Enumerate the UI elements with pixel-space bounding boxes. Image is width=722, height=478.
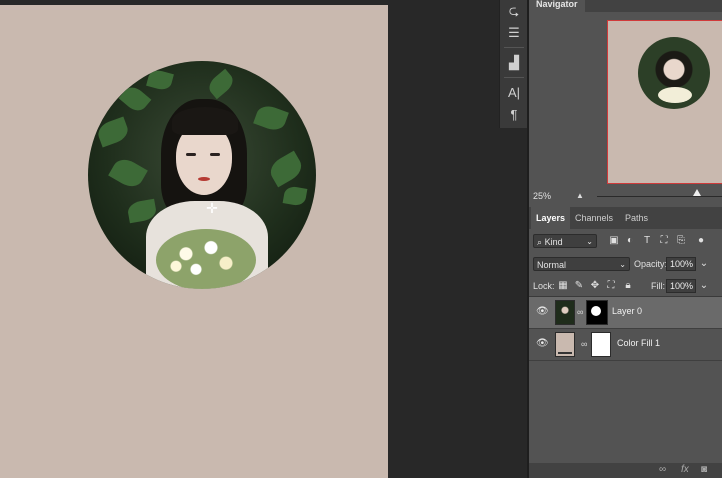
lock-all-icon[interactable]: 🔒︎: [621, 279, 635, 293]
visibility-eye-icon[interactable]: 👁︎: [536, 306, 549, 318]
add-mask-icon[interactable]: ◙: [701, 464, 707, 475]
blend-mode-value: Normal: [537, 260, 567, 270]
link-icon[interactable]: ∞: [577, 306, 585, 318]
circular-portrait-photo: [88, 61, 316, 289]
blend-mode-select[interactable]: Normal ⌄: [533, 257, 630, 271]
right-panel-dock: Navigator 25% ▲ Layers Channels Paths ⌕ …: [529, 0, 722, 478]
search-icon: ⌕: [537, 237, 543, 247]
history-brush-icon[interactable]: ⮎: [500, 0, 528, 22]
move-cursor-icon: ✛: [206, 200, 218, 216]
adjustments-icon[interactable]: ☰: [500, 22, 528, 44]
filter-kind-select[interactable]: ⌕ Kind ⌄: [533, 234, 597, 248]
zoom-value[interactable]: 25%: [533, 191, 551, 201]
layers-footer: ∞ fx ◙: [529, 463, 722, 478]
chevron-down-icon: ⌄: [586, 237, 593, 246]
lock-label: Lock:: [533, 281, 555, 291]
tab-navigator[interactable]: Navigator: [529, 0, 585, 12]
layer-mask-thumbnail[interactable]: [586, 300, 608, 325]
filter-kind-label: Kind: [544, 237, 563, 247]
blend-row: Normal ⌄ Opacity: 100% ⌄: [529, 256, 722, 272]
layer-name[interactable]: Layer 0: [612, 306, 642, 316]
link-layers-icon[interactable]: ∞: [659, 464, 666, 475]
document-canvas[interactable]: ✛: [0, 5, 388, 478]
layer-filter-row: ⌕ Kind ⌄ ▣ ◐ T ⛶ ⎘ ●: [529, 233, 722, 251]
zoom-slider[interactable]: [597, 189, 722, 197]
chevron-down-icon[interactable]: ⌄: [697, 279, 711, 293]
tab-channels[interactable]: Channels: [570, 207, 618, 229]
fill-layer-thumbnail: [555, 332, 575, 357]
zoom-slider-thumb[interactable]: [693, 189, 701, 196]
filter-toggle-icon[interactable]: ●: [694, 234, 708, 248]
navigator-tab-bar: Navigator: [529, 0, 722, 12]
paragraph-icon[interactable]: ¶: [500, 104, 528, 126]
layer-row[interactable]: 👁︎ ∞ Color Fill 1: [529, 329, 722, 361]
tab-layers[interactable]: Layers: [531, 207, 571, 229]
lock-position-icon[interactable]: ✥: [588, 279, 602, 293]
layer-row[interactable]: 👁︎ ∞ Layer 0: [529, 297, 722, 329]
tab-paths[interactable]: Paths: [620, 207, 653, 229]
opacity-label: Opacity:: [634, 259, 668, 269]
chevron-down-icon[interactable]: ⌄: [697, 257, 711, 271]
layers-tab-bar: Layers Channels Paths: [529, 207, 722, 229]
layer-name[interactable]: Color Fill 1: [617, 338, 660, 348]
lock-image-pixels-icon[interactable]: ✎: [572, 279, 586, 293]
zoom-out-icon[interactable]: ▲: [576, 191, 584, 200]
lock-row: Lock: ▦ ✎ ✥ ⛶ 🔒︎ Fill: 100% ⌄: [529, 278, 722, 294]
collapsed-panel-strip: ⮎ ☰ ▟ A| ¶: [499, 0, 529, 128]
histogram-icon[interactable]: ▟: [500, 52, 528, 74]
opacity-field[interactable]: 100%: [666, 257, 696, 271]
layer-mask-thumbnail[interactable]: [591, 332, 611, 357]
visibility-eye-icon[interactable]: 👁︎: [536, 338, 549, 350]
type-filter-icon[interactable]: T: [640, 234, 654, 248]
navigator-thumbnail-photo: [638, 37, 710, 109]
fill-field[interactable]: 100%: [666, 279, 696, 293]
navigator-zoom-row: 25% ▲: [529, 188, 722, 206]
navigator-preview[interactable]: [607, 20, 722, 184]
lock-artboard-icon[interactable]: ⛶: [604, 279, 618, 293]
character-icon[interactable]: A|: [500, 82, 528, 104]
lock-transparent-pixels-icon[interactable]: ▦: [556, 279, 570, 293]
pixel-filter-icon[interactable]: ▣: [607, 234, 621, 248]
shape-filter-icon[interactable]: ⛶: [657, 234, 671, 248]
layer-thumbnail: [555, 300, 575, 325]
canvas-area[interactable]: ✛: [0, 0, 498, 478]
adjustment-filter-icon[interactable]: ◐: [623, 234, 637, 248]
chevron-down-icon: ⌄: [619, 260, 626, 269]
link-icon[interactable]: ∞: [581, 338, 589, 350]
fx-icon[interactable]: fx: [681, 464, 689, 475]
fill-label: Fill:: [651, 281, 665, 291]
smart-object-filter-icon[interactable]: ⎘: [674, 234, 688, 248]
